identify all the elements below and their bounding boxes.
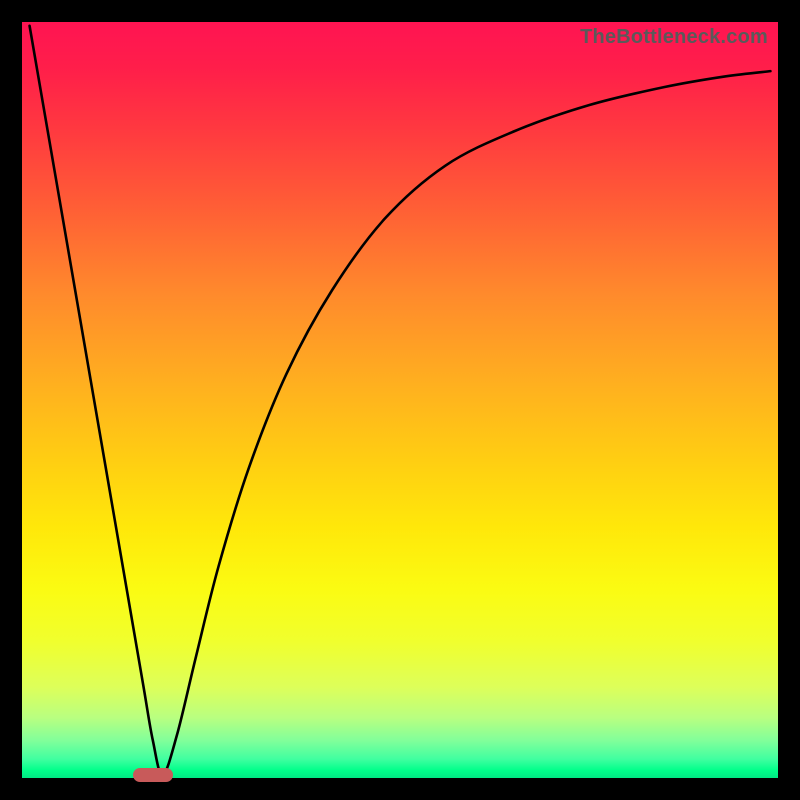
chart-frame: TheBottleneck.com bbox=[0, 0, 800, 800]
plot-area: TheBottleneck.com bbox=[22, 22, 778, 778]
bottleneck-marker bbox=[133, 768, 173, 782]
bottleneck-curve bbox=[22, 22, 778, 778]
